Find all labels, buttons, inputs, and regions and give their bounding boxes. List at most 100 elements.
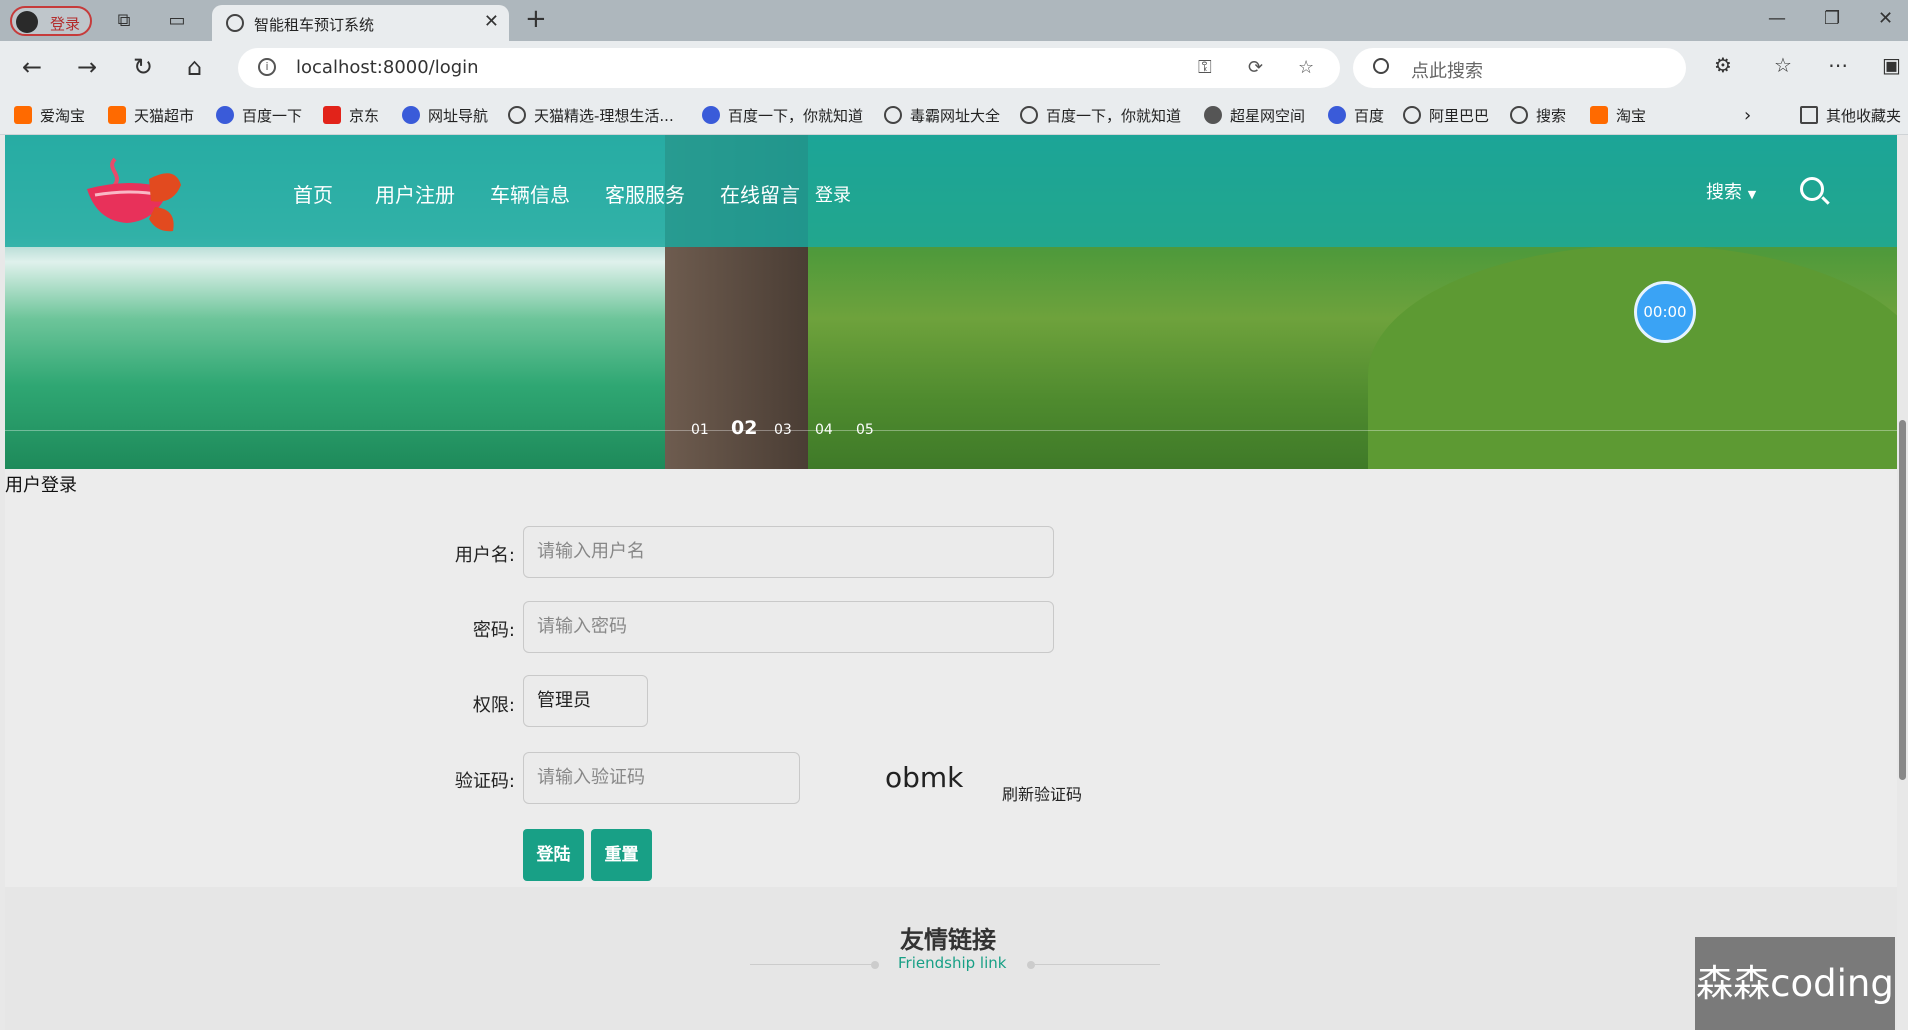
globe-icon bbox=[226, 14, 244, 32]
nav-service[interactable]: 客服服务 bbox=[605, 179, 685, 208]
nav-message[interactable]: 在线留言 bbox=[720, 179, 800, 208]
baidu-icon bbox=[702, 106, 720, 124]
close-tab-icon[interactable]: ✕ bbox=[484, 11, 499, 32]
tab-title: 智能租车预订系统 bbox=[254, 16, 375, 34]
slide-dot[interactable]: 05 bbox=[856, 422, 874, 438]
divider bbox=[1035, 964, 1160, 965]
captcha-input[interactable]: 请输入验证码 bbox=[523, 752, 800, 804]
search-icon[interactable] bbox=[1800, 177, 1824, 201]
browser-search-box[interactable]: 点此搜索 bbox=[1353, 48, 1686, 88]
taobao-icon bbox=[1590, 106, 1608, 124]
tab-strip: 登录 ⧉ ▭ 智能租车预订系统 ✕ + — ❐ ✕ bbox=[0, 0, 1908, 41]
role-select[interactable]: 管理员 bbox=[523, 675, 648, 727]
slide-dot[interactable]: 03 bbox=[774, 422, 792, 438]
bookmark-item[interactable]: 百度一下，你就知道 bbox=[1020, 104, 1181, 126]
bookmark-item[interactable]: 百度一下，你就知道 bbox=[702, 104, 863, 126]
login-button[interactable]: 登陆 bbox=[523, 829, 584, 881]
profile-button[interactable]: 登录 bbox=[10, 6, 92, 36]
minimize-icon[interactable]: — bbox=[1768, 8, 1786, 29]
bookmark-item[interactable]: 百度 bbox=[1328, 104, 1384, 126]
bookmarks-bar: 爱淘宝 天猫超市 百度一下 京东 网址导航 天猫精选-理想生活... 百度一下，… bbox=[0, 95, 1908, 135]
taobao-icon bbox=[14, 106, 32, 124]
globe-icon bbox=[884, 106, 902, 124]
nav-vehicles[interactable]: 车辆信息 bbox=[490, 179, 570, 208]
slide-dot-active[interactable]: 02 bbox=[731, 417, 757, 439]
footer-subtitle: Friendship link bbox=[898, 954, 1007, 972]
section-title: 用户登录 bbox=[5, 475, 77, 496]
new-tab-icon[interactable]: + bbox=[525, 4, 547, 34]
divider-dot bbox=[871, 961, 879, 969]
favorite-star-icon[interactable]: ☆ bbox=[1298, 57, 1314, 78]
search-placeholder: 点此搜索 bbox=[1411, 61, 1483, 82]
site-logo bbox=[87, 157, 181, 232]
extensions-icon[interactable]: ⚙ bbox=[1714, 53, 1732, 77]
nav-register[interactable]: 用户注册 bbox=[375, 179, 455, 208]
role-label: 权限: bbox=[472, 695, 515, 716]
baidu-icon bbox=[402, 106, 420, 124]
refresh-captcha-link[interactable]: 刷新验证码 bbox=[1002, 781, 1082, 805]
slider-progress-line bbox=[5, 430, 1897, 431]
address-bar[interactable]: i localhost:8000/login ⚿ ⟳ ☆ bbox=[238, 48, 1340, 88]
tab-actions-icon[interactable]: ▭ bbox=[165, 9, 189, 33]
nav-home[interactable]: 首页 bbox=[293, 179, 333, 208]
chevron-right-icon[interactable]: › bbox=[1744, 104, 1751, 126]
more-icon[interactable]: ⋯ bbox=[1828, 53, 1848, 77]
favorites-icon[interactable]: ☆ bbox=[1774, 53, 1792, 77]
nav-login[interactable]: 登录 bbox=[815, 181, 851, 207]
other-bookmarks[interactable]: 其他收藏夹 bbox=[1800, 104, 1901, 126]
watermark: 森森coding bbox=[1695, 937, 1895, 1030]
taobao-icon bbox=[108, 106, 126, 124]
jd-icon bbox=[323, 106, 341, 124]
bookmark-item[interactable]: 天猫超市 bbox=[108, 104, 194, 126]
baidu-icon bbox=[1328, 106, 1346, 124]
bookmark-item[interactable]: 天猫精选-理想生活... bbox=[508, 104, 674, 126]
bookmark-item[interactable]: 百度一下 bbox=[216, 104, 302, 126]
chaoxing-icon bbox=[1204, 106, 1222, 124]
username-input[interactable]: 请输入用户名 bbox=[523, 526, 1054, 578]
address-row: ← → ↻ ⌂ i localhost:8000/login ⚿ ⟳ ☆ 点此搜… bbox=[0, 41, 1908, 95]
password-label: 密码: bbox=[472, 620, 515, 641]
reload-icon[interactable]: ↻ bbox=[133, 53, 153, 81]
captcha-label: 验证码: bbox=[454, 771, 515, 792]
bookmark-item[interactable]: 网址导航 bbox=[402, 104, 488, 126]
globe-icon bbox=[1510, 106, 1528, 124]
page-scrollbar[interactable] bbox=[1897, 135, 1908, 1030]
sidebar-icon[interactable]: ▣ bbox=[1882, 53, 1901, 77]
page-viewport: 首页 用户注册 车辆信息 客服服务 在线留言 登录 搜索 ▼ 00:00 01 … bbox=[5, 135, 1897, 1030]
globe-icon bbox=[1020, 106, 1038, 124]
site-navbar: 首页 用户注册 车辆信息 客服服务 在线留言 登录 搜索 ▼ bbox=[5, 135, 1897, 247]
hero-banner: 首页 用户注册 车辆信息 客服服务 在线留言 登录 搜索 ▼ 00:00 01 … bbox=[5, 135, 1897, 469]
bookmark-item[interactable]: 搜索 bbox=[1510, 104, 1566, 126]
reset-button[interactable]: 重置 bbox=[591, 829, 652, 881]
key-icon[interactable]: ⚿ bbox=[1198, 57, 1212, 78]
globe-icon bbox=[508, 106, 526, 124]
folder-icon bbox=[1800, 106, 1818, 124]
site-info-icon[interactable]: i bbox=[258, 58, 276, 76]
close-window-icon[interactable]: ✕ bbox=[1878, 8, 1893, 29]
timer-badge[interactable]: 00:00 bbox=[1634, 281, 1696, 343]
workspaces-icon[interactable]: ⧉ bbox=[112, 9, 136, 33]
profile-label: 登录 bbox=[50, 15, 81, 33]
search-icon bbox=[1373, 58, 1389, 74]
refresh-page-icon[interactable]: ⟳ bbox=[1248, 57, 1263, 78]
bookmark-item[interactable]: 爱淘宝 bbox=[14, 104, 85, 126]
tab-active[interactable]: 智能租车预订系统 ✕ bbox=[212, 5, 509, 41]
scrollbar-thumb[interactable] bbox=[1899, 420, 1906, 780]
nav-search-dropdown[interactable]: 搜索 ▼ bbox=[1706, 178, 1756, 204]
forward-icon[interactable]: → bbox=[77, 53, 97, 81]
caret-down-icon: ▼ bbox=[1747, 188, 1757, 201]
globe-icon bbox=[1403, 106, 1421, 124]
back-icon[interactable]: ← bbox=[22, 53, 42, 81]
slide-dot[interactable]: 01 bbox=[691, 422, 709, 438]
bookmark-item[interactable]: 毒霸网址大全 bbox=[884, 104, 1000, 126]
restore-icon[interactable]: ❐ bbox=[1824, 8, 1840, 29]
bookmark-item[interactable]: 淘宝 bbox=[1590, 104, 1646, 126]
slide-dot[interactable]: 04 bbox=[815, 422, 833, 438]
divider-dot bbox=[1027, 961, 1035, 969]
captcha-image[interactable]: obmk bbox=[885, 761, 963, 794]
bookmark-item[interactable]: 阿里巴巴 bbox=[1403, 104, 1489, 126]
bookmark-item[interactable]: 超星网空间 bbox=[1204, 104, 1305, 126]
bookmark-item[interactable]: 京东 bbox=[323, 104, 379, 126]
home-icon[interactable]: ⌂ bbox=[187, 53, 202, 81]
password-input[interactable]: 请输入密码 bbox=[523, 601, 1054, 653]
